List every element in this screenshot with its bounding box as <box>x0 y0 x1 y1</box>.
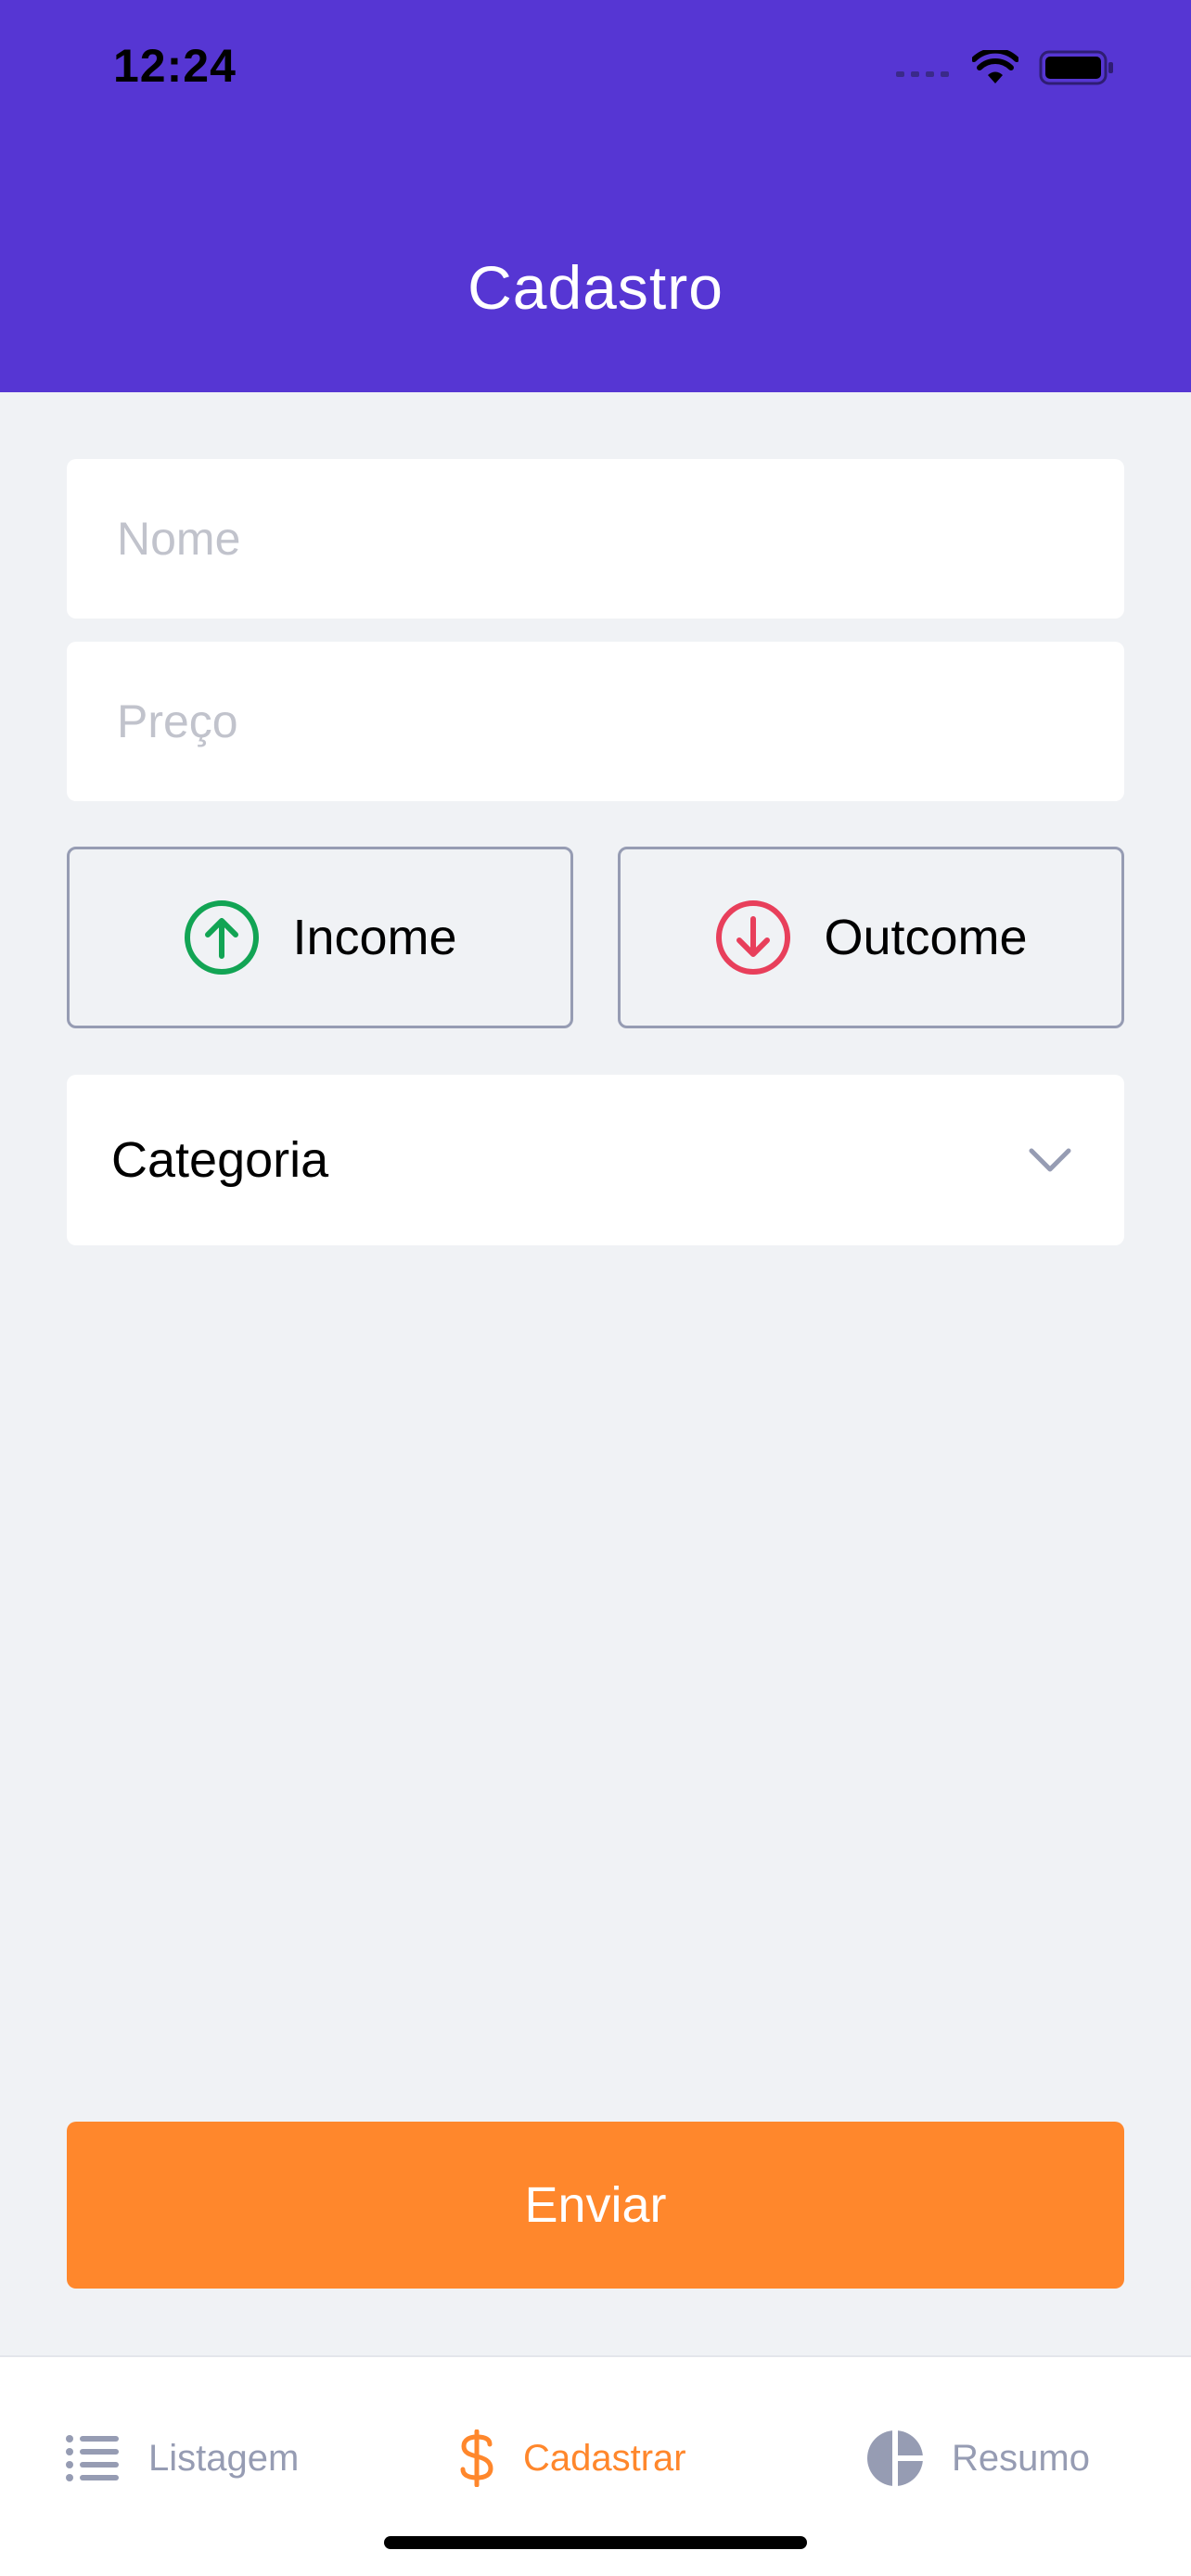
header: 12:24 Cadastro <box>0 0 1191 392</box>
home-indicator <box>384 2536 807 2549</box>
submit-button[interactable]: Enviar <box>67 2122 1124 2289</box>
register-screen: 12:24 Cadastro Nome Preço Income Outcome… <box>0 0 1191 2576</box>
page-title: Cadastro <box>467 253 724 322</box>
signal-icon <box>896 71 949 77</box>
outcome-label: Outcome <box>824 910 1028 965</box>
status-time: 12:24 <box>113 40 237 92</box>
arrow-up-circle-icon <box>185 900 260 975</box>
arrow-down-circle-icon <box>716 900 791 975</box>
income-type-button[interactable]: Income <box>67 847 573 1028</box>
tab-resumo[interactable]: Resumo <box>866 2426 1090 2491</box>
battery-icon <box>1039 50 1113 85</box>
name-input[interactable] <box>67 459 1124 618</box>
income-label: Income <box>292 910 457 965</box>
price-input[interactable] <box>67 642 1124 801</box>
dollar-sign-icon <box>460 2429 493 2487</box>
tab-listagem-label: Listagem <box>148 2437 300 2479</box>
tab-resumo-label: Resumo <box>952 2437 1090 2479</box>
tab-cadastrar-label: Cadastrar <box>523 2437 686 2479</box>
category-select[interactable]: Categoria <box>67 1075 1124 1245</box>
outcome-type-button[interactable]: Outcome <box>618 847 1124 1028</box>
status-icons <box>896 46 1115 89</box>
tab-listagem[interactable]: Listagem <box>65 2426 299 2491</box>
tab-cadastrar[interactable]: Cadastrar <box>458 2426 686 2491</box>
pie-chart-icon <box>867 2429 924 2487</box>
wifi-icon <box>972 50 1018 83</box>
category-label: Categoria <box>111 1132 329 1188</box>
list-icon <box>66 2435 119 2481</box>
chevron-down-icon <box>1029 1148 1071 1172</box>
